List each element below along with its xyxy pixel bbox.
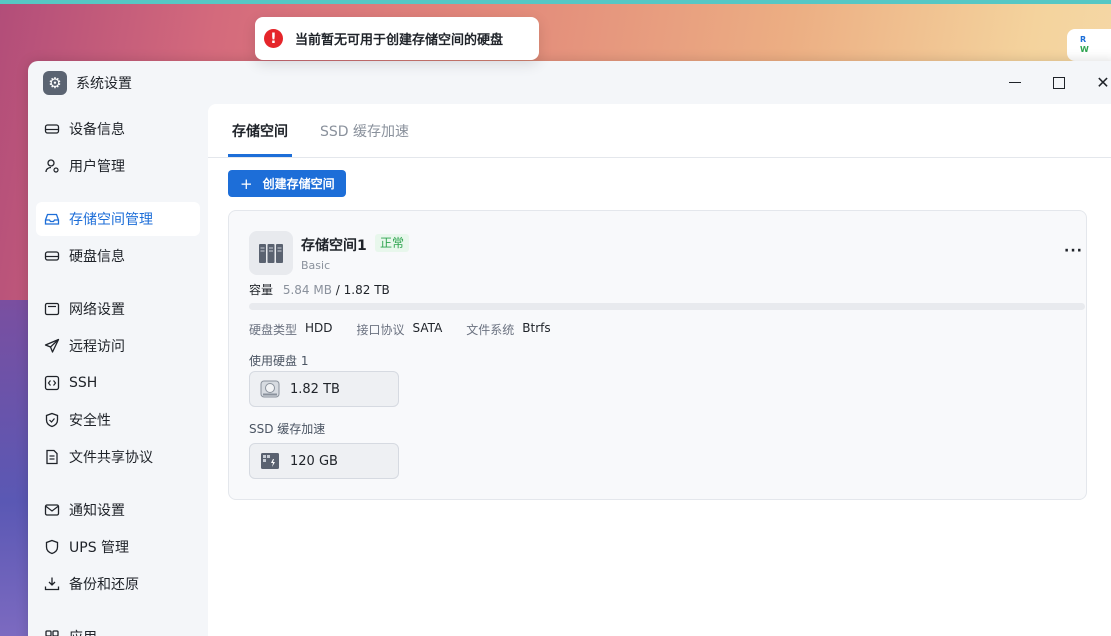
sidebar-item-label: 文件共享协议 <box>69 450 153 466</box>
volume-name: 存储空间1 <box>301 238 367 254</box>
minimize-button[interactable] <box>993 61 1037 104</box>
document-icon <box>44 449 60 465</box>
interface-label: 接口协议 <box>356 323 405 337</box>
create-storage-label: 创建存储空间 <box>262 177 335 191</box>
apps-icon <box>44 629 60 636</box>
sidebar-item-label: UPS 管理 <box>69 540 130 556</box>
sidebar-item-label: 应用 <box>69 627 97 636</box>
window-controls: ✕ <box>993 61 1111 104</box>
status-badge: 正常 <box>375 234 410 252</box>
error-toast: ! 当前暂无可用于创建存储空间的硬盘 <box>255 17 539 60</box>
filesystem-label: 文件系统 <box>466 323 515 337</box>
used-disks-label: 使用硬盘 1 <box>249 354 309 368</box>
close-button[interactable]: ✕ <box>1081 61 1111 104</box>
capacity-progress-bar <box>249 303 1085 310</box>
disk-type-value: HDD <box>305 321 333 335</box>
sidebar: 设备信息 用户管理 存储空间管理 硬盘信息 网络设置 远程访问 SSH 安全性 <box>28 104 208 636</box>
sidebar-item-label: 通知设置 <box>69 503 125 519</box>
sidebar-item-file-sharing[interactable]: 文件共享协议 <box>36 440 200 474</box>
capacity-row: 容量 5.84 MB / 1.82 TB <box>249 281 390 298</box>
main-content: 存储空间 SSD 缓存加速 + 创建存储空间 存储空间1 正常 Basic ··… <box>208 104 1111 636</box>
hdd-size: 1.82 TB <box>290 381 340 397</box>
storage-volume-card: 存储空间1 正常 Basic ··· 容量 5.84 MB / 1.82 TB … <box>228 210 1087 500</box>
desktop-top-strip <box>0 0 1111 4</box>
settings-window: ⚙ 系统设置 ✕ 设备信息 用户管理 存储空间管理 硬盘信息 网络设置 远程访问… <box>28 61 1111 636</box>
disk-icon <box>44 248 60 264</box>
more-options-button[interactable]: ··· <box>1064 243 1083 259</box>
ssd-cache-label: SSD 缓存加速 <box>249 422 326 436</box>
minimize-icon <box>1009 82 1021 83</box>
disk-type-label: 硬盘类型 <box>249 323 298 337</box>
storage-icon <box>44 211 60 227</box>
close-icon: ✕ <box>1096 73 1110 92</box>
interface-value: SATA <box>412 321 443 335</box>
sidebar-item-label: 安全性 <box>69 413 111 429</box>
sidebar-item-disks[interactable]: 硬盘信息 <box>36 239 200 273</box>
tab-bar: 存储空间 SSD 缓存加速 <box>208 104 1111 158</box>
sidebar-item-security[interactable]: 安全性 <box>36 403 200 437</box>
sidebar-item-label: 用户管理 <box>69 159 125 175</box>
ups-shield-icon <box>44 539 60 555</box>
sidebar-item-network[interactable]: 网络设置 <box>36 292 200 326</box>
sidebar-item-remote[interactable]: 远程访问 <box>36 329 200 363</box>
capacity-used: 5.84 MB <box>282 283 332 297</box>
sidebar-item-ups[interactable]: UPS 管理 <box>36 530 200 564</box>
gear-icon: ⚙ <box>43 70 67 95</box>
send-icon <box>44 338 60 354</box>
sidebar-item-notifications[interactable]: 通知设置 <box>36 493 200 527</box>
widget-line-2: W <box>1080 45 1089 54</box>
code-icon <box>44 375 60 391</box>
plus-icon: + <box>240 174 253 193</box>
volume-type: Basic <box>301 259 331 272</box>
error-icon: ! <box>264 29 283 48</box>
title-bar[interactable]: ⚙ 系统设置 ✕ <box>28 61 1111 104</box>
volume-properties: 硬盘类型 HDD 接口协议 SATA 文件系统 Btrfs <box>249 321 575 338</box>
ssd-chip[interactable]: 120 GB <box>249 443 399 479</box>
network-icon <box>44 301 60 317</box>
sidebar-item-label: SSH <box>69 375 98 391</box>
sidebar-item-label: 存储空间管理 <box>69 212 153 228</box>
ssd-size: 120 GB <box>290 453 338 469</box>
tab-ssd-cache[interactable]: SSD 缓存加速 <box>320 121 409 141</box>
desktop-widget[interactable]: R W <box>1067 29 1111 61</box>
user-icon <box>44 158 60 174</box>
filesystem-value: Btrfs <box>522 321 551 335</box>
sidebar-item-label: 网络设置 <box>69 302 125 318</box>
sidebar-item-ssh[interactable]: SSH <box>36 366 200 400</box>
capacity-label: 容量 <box>249 283 274 297</box>
create-storage-button[interactable]: + 创建存储空间 <box>228 170 346 197</box>
tab-storage[interactable]: 存储空间 <box>232 121 288 141</box>
sidebar-item-apps[interactable]: 应用 <box>36 620 200 636</box>
ssd-icon <box>260 451 280 471</box>
sidebar-item-label: 备份和还原 <box>69 577 139 593</box>
hdd-icon <box>260 379 280 399</box>
maximize-icon <box>1053 76 1065 89</box>
backup-icon <box>44 576 60 592</box>
sidebar-item-users[interactable]: 用户管理 <box>36 149 200 183</box>
sidebar-item-label: 硬盘信息 <box>69 249 125 265</box>
sidebar-item-label: 设备信息 <box>69 122 125 138</box>
capacity-total: / 1.82 TB <box>335 283 390 297</box>
maximize-button[interactable] <box>1037 61 1081 104</box>
shield-icon <box>44 412 60 428</box>
hdd-chip[interactable]: 1.82 TB <box>249 371 399 407</box>
device-icon <box>44 121 60 137</box>
sidebar-item-backup[interactable]: 备份和还原 <box>36 567 200 601</box>
mail-icon <box>44 502 60 518</box>
widget-line-1: R <box>1080 35 1087 44</box>
window-title: 系统设置 <box>76 75 132 92</box>
toast-message: 当前暂无可用于创建存储空间的硬盘 <box>295 33 504 48</box>
sidebar-item-device-info[interactable]: 设备信息 <box>36 112 200 146</box>
sidebar-item-storage[interactable]: 存储空间管理 <box>36 202 200 236</box>
active-tab-indicator <box>228 154 292 157</box>
sidebar-item-label: 远程访问 <box>69 339 125 355</box>
server-icon <box>249 231 293 275</box>
